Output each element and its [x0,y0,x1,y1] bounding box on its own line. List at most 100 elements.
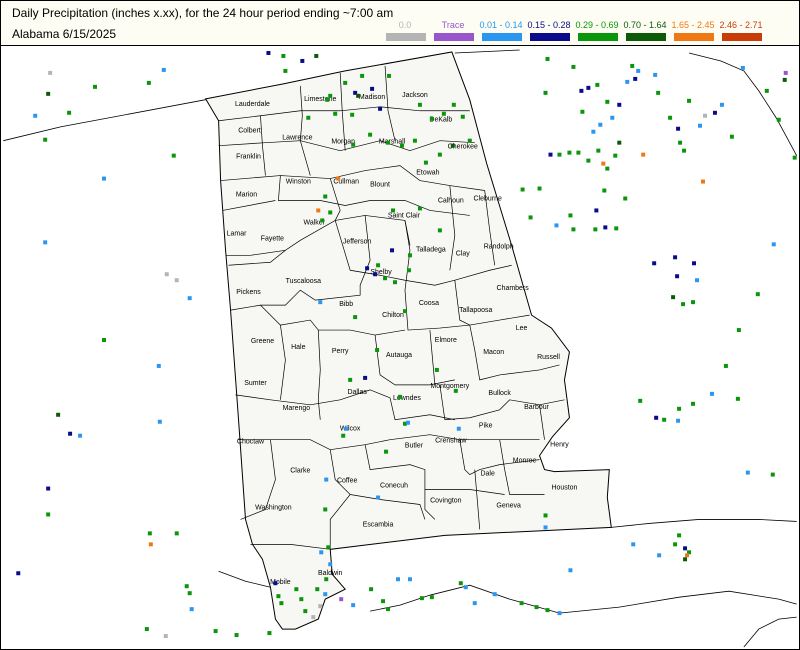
station-marker [381,599,386,604]
county-label: Choctaw [237,439,265,446]
station-marker [365,266,370,271]
station-marker [782,77,787,82]
legend-label: 0.29 - 0.69 [575,20,619,30]
station-marker [463,585,468,590]
station-marker [46,512,51,517]
county-label: Bullock [488,390,511,397]
station-marker [736,328,741,333]
station-marker [579,88,584,93]
station-marker [770,472,775,477]
station-marker [46,486,51,491]
county-label: Greene [251,338,274,345]
station-marker [685,553,690,558]
station-marker [281,53,286,58]
station-marker [339,597,344,602]
county-label: Dale [481,471,495,478]
station-marker [519,601,524,606]
station-marker [603,225,608,230]
station-marker [43,137,48,142]
station-marker [402,309,407,314]
station-marker [683,557,688,562]
station-marker [93,84,98,89]
station-marker [360,73,365,78]
station-marker [320,218,325,223]
station-marker [568,213,573,218]
station-marker [323,507,328,512]
station-marker [407,253,412,258]
station-marker [376,495,381,500]
station-marker [677,406,682,411]
station-marker [78,433,83,438]
station-marker [673,542,678,547]
station-marker [146,80,151,85]
station-marker [336,176,341,181]
county-label: Pike [479,423,493,430]
legend-swatch [578,33,618,41]
station-marker [417,102,422,107]
county-label: Autauga [386,352,412,359]
station-marker [654,415,659,420]
station-marker [378,106,383,111]
county-label: Cleburne [474,195,502,202]
station-marker [398,394,402,399]
station-marker [174,278,179,283]
station-marker [344,426,349,431]
county-label: Butler [405,443,424,450]
station-marker [67,110,72,115]
station-marker [16,571,21,576]
station-marker [571,227,576,232]
station-marker [764,88,769,93]
station-marker [294,587,299,592]
station-marker [171,153,176,158]
station-marker [283,68,288,73]
station-marker [412,138,417,143]
station-marker [792,155,797,160]
county-label: Barbour [524,404,549,411]
station-marker [678,140,683,145]
station-marker [353,315,358,320]
station-marker [376,263,381,268]
station-marker [368,132,373,137]
station-marker [174,531,179,536]
county-label: Perry [332,348,349,355]
county-label: Lee [516,325,528,332]
station-marker [596,148,601,153]
station-marker [451,102,456,107]
county-label: Crenshaw [435,438,467,445]
station-marker [46,91,51,96]
station-marker [43,240,48,245]
station-marker [406,268,411,273]
station-marker [740,65,745,70]
station-marker [393,280,398,285]
station-marker [303,609,308,614]
station-marker [776,117,781,122]
station-marker [325,97,330,102]
legend-item: 1.65 - 2.45 [670,20,716,44]
station-marker [652,261,657,266]
station-marker [702,113,707,118]
station-marker [33,113,38,118]
station-marker [783,70,788,75]
county-label: Clarke [290,468,310,475]
station-marker [625,79,630,84]
station-marker [687,98,692,103]
station-marker [328,93,333,98]
county-label: Mobile [270,579,291,586]
station-marker [189,607,194,612]
station-marker [423,160,428,165]
station-marker [350,112,355,117]
station-marker [638,398,643,403]
station-marker [633,76,638,81]
precip-map-frame: Daily Precipitation (inches x.xx), for t… [0,0,800,650]
county-label: Russell [537,354,560,361]
county-label: Conecuh [380,483,408,490]
county-label: Madison [359,94,385,101]
county-label: Talladega [416,246,446,253]
station-marker [311,615,316,620]
county-label: Coosa [419,300,439,307]
county-label: Dallas [347,389,367,396]
station-marker [184,584,189,589]
county-label: Lauderdale [235,101,270,108]
county-label: Randolph [484,243,514,250]
station-marker [593,227,598,232]
